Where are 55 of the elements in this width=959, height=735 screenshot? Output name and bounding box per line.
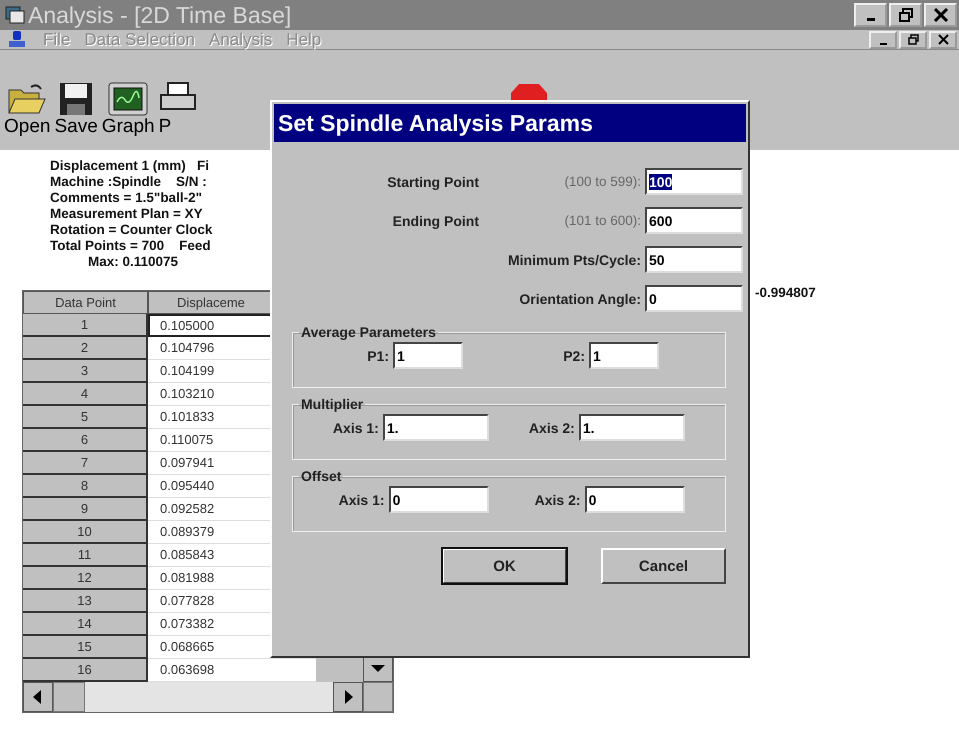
input-field[interactable]: 1. (382, 414, 489, 441)
toolbar-button[interactable]: P (156, 82, 201, 138)
info-text: Comments = 1.5"ball-2" (50, 190, 203, 206)
toolbar-button[interactable]: Open (2, 82, 52, 138)
row-header[interactable]: 1 (23, 314, 148, 337)
input-field[interactable]: 0 (645, 285, 743, 312)
row-header[interactable]: 5 (23, 406, 148, 429)
table-cell[interactable]: 0.063698 (148, 659, 316, 682)
field-label: Axis 2: (528, 420, 575, 436)
row-header[interactable]: 13 (23, 590, 148, 613)
row-header[interactable]: 9 (23, 498, 148, 521)
row-header[interactable]: 3 (23, 360, 148, 383)
field-label: Minimum Pts/Cycle: (506, 252, 641, 268)
row-header[interactable]: 4 (23, 383, 148, 406)
dialog-title: Set Spindle Analysis Params (274, 104, 746, 142)
toolbar-button[interactable]: Save (52, 82, 100, 138)
row-header[interactable]: 16 (23, 659, 148, 682)
window-title: Analysis - [2D Time Base] (28, 2, 292, 28)
row-header[interactable]: 2 (23, 337, 148, 360)
row-header[interactable]: 7 (23, 452, 148, 475)
info-text: Max: 0.110075 (87, 254, 180, 270)
row-header[interactable]: 6 (23, 429, 148, 452)
ok-button[interactable]: OK (442, 548, 567, 584)
row-header[interactable]: 11 (23, 544, 148, 567)
range-hint: (100 to 599): (563, 174, 641, 189)
input-field[interactable]: 600 (645, 207, 743, 234)
info-text: Measurement Plan = XY (50, 206, 204, 222)
field-label: Axis 1: (332, 420, 379, 436)
field-label: Orientation Angle: (518, 290, 641, 306)
row-header[interactable]: 14 (23, 613, 148, 636)
value-text: -0.994807 (755, 285, 816, 301)
info-text: Total Points = 700 Feed (50, 238, 212, 254)
input-field[interactable]: 1. (578, 414, 685, 441)
row-header[interactable]: 12 (23, 567, 148, 590)
field-label: Ending Point (392, 212, 479, 228)
column-header[interactable]: Data Point (23, 291, 148, 314)
input-field[interactable]: 1 (393, 342, 463, 369)
field-label: Axis 2: (534, 492, 581, 508)
row-header[interactable]: 10 (23, 521, 148, 544)
field-label: P2: (562, 348, 585, 364)
field-label: Axis 1: (338, 492, 385, 508)
field-label: P1: (366, 348, 389, 364)
input-field[interactable]: 0 (388, 486, 489, 513)
input-field[interactable]: 0 (584, 486, 685, 513)
cancel-button[interactable]: Cancel (601, 548, 726, 584)
row-header[interactable]: 8 (23, 475, 148, 498)
input-field[interactable]: 50 (645, 246, 743, 273)
info-text: Rotation = Counter Clock (50, 222, 214, 238)
input-field[interactable]: 1 (589, 342, 659, 369)
row-header[interactable]: 15 (23, 636, 148, 659)
toolbar-button[interactable]: Graph (100, 82, 157, 138)
range-hint: (101 to 600): (563, 213, 641, 228)
input-field[interactable]: 100 (645, 168, 743, 195)
field-label: Starting Point (386, 174, 479, 190)
info-text: Displacement 1 (mm) Fi (50, 158, 210, 174)
